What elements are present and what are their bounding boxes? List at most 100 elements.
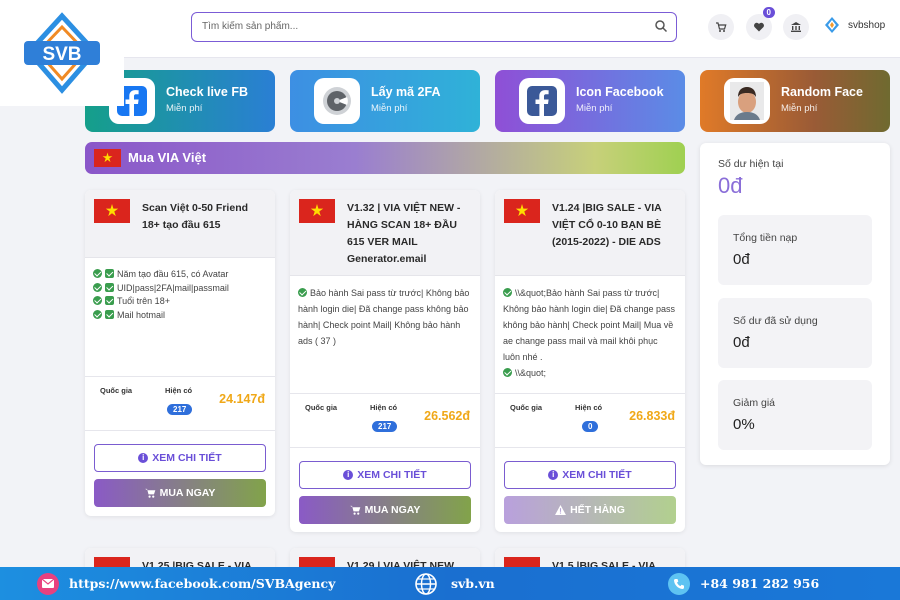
check-circle-icon — [503, 368, 512, 377]
phone-icon — [668, 572, 690, 595]
contact-footer: https://www.facebook.com/SVBAgency svb.v… — [0, 567, 900, 600]
bank-button[interactable] — [783, 14, 809, 40]
cart-icon — [349, 505, 360, 515]
search-input[interactable] — [192, 13, 632, 40]
stock-badge: 217 — [372, 421, 398, 432]
product-price: 24.147đ — [219, 392, 265, 406]
balance-label: Số dư hiện tại — [718, 158, 784, 170]
stock-badge: 0 — [582, 421, 599, 432]
face-photo-icon — [724, 78, 770, 124]
product-stats: Quốc gia Hiện có 0 26.833đ — [495, 397, 685, 447]
tool-title: Check live FB — [166, 85, 248, 99]
tool-subtitle: Miễn phí — [781, 103, 818, 114]
tool-subtitle: Miễn phí — [371, 103, 408, 114]
product-stats: Quốc gia Hiện có 217 24.147đ — [85, 380, 275, 430]
vietnam-flag-icon — [94, 149, 121, 167]
checkbox-icon — [105, 269, 114, 278]
user-avatar-icon — [825, 17, 839, 33]
view-detail-button[interactable]: i XEM CHI TIẾT — [94, 444, 266, 472]
feature-item: UID|pass|2FA|mail|passmail — [93, 282, 267, 296]
stock-label: Hiện có — [165, 386, 193, 395]
balance-value: 0đ — [718, 173, 743, 198]
tool-icon-facebook[interactable]: Icon Facebook Miễn phí — [495, 70, 685, 132]
sold-out-button: HẾT HÀNG — [504, 496, 676, 524]
section-header-via-viet: Mua VIA Việt — [85, 142, 685, 174]
buy-now-button[interactable]: MUA NGAY — [94, 479, 266, 507]
product-price: 26.833đ — [629, 409, 675, 423]
country-label: Quốc gia — [100, 386, 133, 395]
heart-icon — [754, 22, 764, 32]
facebook-icon — [519, 78, 565, 124]
tool-title: Lấy mã 2FA — [371, 85, 441, 99]
cart-icon — [144, 488, 155, 498]
tool-subtitle: Miễn phí — [576, 103, 613, 114]
search-box[interactable] — [191, 12, 677, 42]
footer-website-link[interactable]: svb.vn — [415, 567, 495, 600]
footer-facebook-link[interactable]: https://www.facebook.com/SVBAgency — [37, 567, 335, 600]
check-circle-icon — [93, 296, 102, 305]
check-circle-icon — [93, 282, 102, 292]
site-logo[interactable]: SVB — [0, 0, 124, 106]
search-icon[interactable] — [654, 19, 668, 33]
product-title: Scan Việt 0-50 Friend 18+ tạo đầu 615 — [142, 202, 249, 231]
checkbox-icon — [105, 282, 114, 292]
checkbox-icon — [105, 296, 114, 305]
product-title: V1.32 | VIA VIỆT NEW - HÀNG SCAN 18+ ĐẦU… — [347, 202, 461, 265]
tool-get-2fa[interactable]: Lấy mã 2FA Miễn phí — [290, 70, 480, 132]
tool-random-face[interactable]: Random Face Miễn phí — [700, 70, 890, 132]
product-description: Bảo hành Sai pass từ trước| Không bảo hà… — [298, 288, 470, 346]
check-circle-icon — [93, 309, 102, 319]
stat-used-balance: Số dư đã sử dụng 0đ — [718, 298, 872, 368]
info-icon: i — [548, 470, 559, 480]
mail-icon — [37, 572, 59, 595]
info-icon: i — [343, 470, 354, 480]
stock-label: Hiện có — [370, 403, 398, 412]
feature-item: Năm tạo đầu 615, có Avatar — [93, 268, 267, 282]
product-card[interactable]: V1.32 | VIA VIỆT NEW - HÀNG SCAN 18+ ĐẦU… — [290, 190, 480, 532]
balance-panel: Số dư hiện tại 0đ Tổng tiền nạp 0đ Số dư… — [700, 143, 890, 465]
product-card[interactable]: V1.24 |BIG SALE - VIA VIỆT CỔ 0-10 BẠN B… — [495, 190, 685, 532]
feature-item: Tuổi trên 18+ — [93, 295, 267, 309]
wishlist-button[interactable]: 0 — [746, 7, 775, 40]
country-label: Quốc gia — [510, 403, 543, 412]
cart-icon — [716, 22, 727, 32]
product-features: Năm tạo đầu 615, có Avatar UID|pass|2FA|… — [85, 258, 275, 322]
cart-button[interactable] — [708, 14, 734, 40]
globe-icon — [415, 572, 437, 595]
bank-icon — [791, 22, 801, 32]
product-price: 26.562đ — [424, 409, 470, 423]
tool-title: Icon Facebook — [576, 85, 664, 99]
logo-text: SVB — [42, 44, 81, 65]
product-description: \\&quot;Bảo hành Sai pass từ trước| Khôn… — [503, 288, 675, 378]
info-icon: i — [138, 453, 149, 463]
authenticator-icon — [314, 78, 360, 124]
svb-logo-icon: SVB — [24, 12, 100, 94]
stat-total-deposit: Tổng tiền nạp 0đ — [718, 215, 872, 285]
stock-badge: 217 — [167, 404, 193, 415]
stock-label: Hiện có — [575, 403, 603, 412]
view-detail-button[interactable]: i XEM CHI TIẾT — [504, 461, 676, 489]
section-title: Mua VIA Việt — [128, 150, 207, 165]
wishlist-count-badge: 0 — [762, 7, 775, 18]
vietnam-flag-icon — [504, 199, 540, 223]
country-label: Quốc gia — [305, 403, 338, 412]
product-stats: Quốc gia Hiện có 217 26.562đ — [290, 397, 480, 447]
buy-now-button[interactable]: MUA NGAY — [299, 496, 471, 524]
checkbox-icon — [105, 309, 114, 319]
top-header: 0 svbshop — [0, 0, 900, 58]
user-menu[interactable]: svbshop — [824, 16, 885, 34]
stat-discount: Giảm giá 0% — [718, 380, 872, 450]
check-circle-icon — [93, 269, 102, 278]
check-circle-icon — [298, 288, 307, 297]
view-detail-button[interactable]: i XEM CHI TIẾT — [299, 461, 471, 489]
check-circle-icon — [503, 288, 512, 297]
vietnam-flag-icon — [94, 199, 130, 223]
footer-phone-link[interactable]: +84 981 282 956 — [668, 567, 819, 600]
vietnam-flag-icon — [299, 199, 335, 223]
product-title: V1.24 |BIG SALE - VIA VIỆT CỔ 0-10 BẠN B… — [552, 202, 662, 248]
tool-title: Random Face — [781, 85, 863, 99]
username: svbshop — [848, 19, 886, 31]
warning-icon — [555, 505, 567, 515]
feature-item: Mail hotmail — [93, 309, 267, 323]
product-card[interactable]: Scan Việt 0-50 Friend 18+ tạo đầu 615 Nă… — [85, 190, 275, 516]
